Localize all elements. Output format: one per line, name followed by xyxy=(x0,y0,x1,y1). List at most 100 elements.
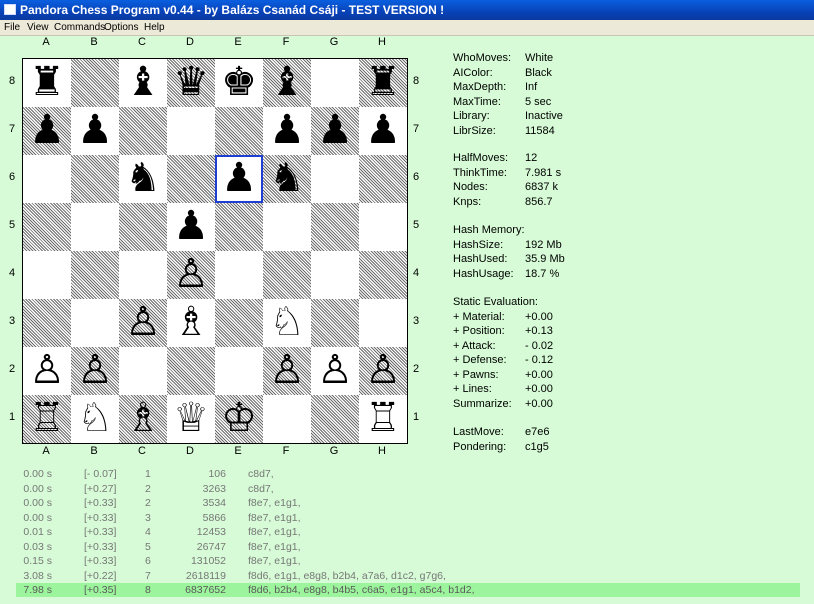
menu-commands[interactable]: Commands xyxy=(54,22,105,34)
square-b5[interactable] xyxy=(71,203,119,251)
square-c6[interactable]: ♞ xyxy=(119,155,167,203)
square-b1[interactable]: ♘ xyxy=(71,395,119,443)
info-value: +0.13 xyxy=(525,325,553,337)
square-f6[interactable]: ♞ xyxy=(263,155,311,203)
square-h7[interactable]: ♟ xyxy=(359,107,407,155)
info-value: e7e6 xyxy=(525,426,550,438)
square-g5[interactable] xyxy=(311,203,359,251)
square-a3[interactable] xyxy=(23,299,71,347)
square-h5[interactable] xyxy=(359,203,407,251)
log-time: 0.15 s xyxy=(23,555,52,567)
info-label: + Defense: xyxy=(453,354,507,366)
black-pawn-icon: ♟ xyxy=(77,107,113,153)
square-h4[interactable] xyxy=(359,251,407,299)
square-d4[interactable]: ♙ xyxy=(167,251,215,299)
square-h1[interactable]: ♖ xyxy=(359,395,407,443)
square-g6[interactable] xyxy=(311,155,359,203)
square-c3[interactable]: ♙ xyxy=(119,299,167,347)
square-f4[interactable] xyxy=(263,251,311,299)
info-label: Library: xyxy=(453,110,490,122)
file-label-d-bottom: D xyxy=(186,445,194,457)
square-b7[interactable]: ♟ xyxy=(71,107,119,155)
log-time: 0.00 s xyxy=(23,468,52,480)
log-score: [- 0.07] xyxy=(84,468,117,480)
square-e6[interactable]: ♟ xyxy=(215,155,263,203)
info-label: MaxDepth: xyxy=(453,81,507,93)
white-pawn-icon: ♙ xyxy=(77,347,113,393)
square-a5[interactable] xyxy=(23,203,71,251)
square-a6[interactable] xyxy=(23,155,71,203)
square-f7[interactable]: ♟ xyxy=(263,107,311,155)
log-pv: f8e7, e1g1, xyxy=(248,497,301,509)
square-c1[interactable]: ♗ xyxy=(119,395,167,443)
square-b6[interactable] xyxy=(71,155,119,203)
square-g8[interactable] xyxy=(311,59,359,107)
square-c8[interactable]: ♝ xyxy=(119,59,167,107)
square-d7[interactable] xyxy=(167,107,215,155)
square-c4[interactable] xyxy=(119,251,167,299)
title-bar[interactable]: Pandora Chess Program v0.44 - by Balázs … xyxy=(0,0,814,20)
info-label: MaxTime: xyxy=(453,95,501,108)
info-value: 11584 xyxy=(525,124,555,137)
square-d8[interactable]: ♛ xyxy=(167,59,215,107)
square-d5[interactable]: ♟ xyxy=(167,203,215,251)
file-label-b-bottom: B xyxy=(90,445,98,457)
square-d3[interactable]: ♗ xyxy=(167,299,215,347)
square-e8[interactable]: ♚ xyxy=(215,59,263,107)
square-g2[interactable]: ♙ xyxy=(311,347,359,395)
square-d2[interactable] xyxy=(167,347,215,395)
square-f8[interactable]: ♝ xyxy=(263,59,311,107)
white-knight-icon: ♘ xyxy=(269,299,305,345)
log-nodes: 106 xyxy=(208,468,226,480)
square-b8[interactable] xyxy=(71,59,119,107)
info-value: 5 sec xyxy=(525,95,552,108)
menu-options[interactable]: Options xyxy=(104,22,138,34)
square-e2[interactable] xyxy=(215,347,263,395)
square-b3[interactable] xyxy=(71,299,119,347)
white-pawn-icon: ♙ xyxy=(173,251,209,297)
square-g3[interactable] xyxy=(311,299,359,347)
square-e4[interactable] xyxy=(215,251,263,299)
log-score: [+0.35] xyxy=(84,584,117,596)
chess-board[interactable]: ♜ ♝ ♛ ♚ ♝ ♜ ♟ ♟ ♟ ♟ ♟ ♞ ♟ ♞ ♟ ♙ ♙ ♗ ♘ ♙ ♙ ♙ ♙ ♙ ♖ ♘ ♗ ♕ ♔ ♖ xyxy=(22,58,408,444)
log-row: 0.00 s [+0.33] 2 3534 f8e7, e1g1, xyxy=(16,496,800,510)
info-label: + Pawns: xyxy=(453,368,499,381)
square-a7[interactable]: ♟ xyxy=(23,107,71,155)
info-label: Pondering: xyxy=(453,440,507,453)
info-label: HashUsed: xyxy=(453,253,508,265)
square-h3[interactable] xyxy=(359,299,407,347)
menu-help[interactable]: Help xyxy=(144,22,165,34)
square-g7[interactable]: ♟ xyxy=(311,107,359,155)
square-f3[interactable]: ♘ xyxy=(263,299,311,347)
menu-file[interactable]: File xyxy=(4,22,20,34)
square-c2[interactable] xyxy=(119,347,167,395)
square-e1[interactable]: ♔ xyxy=(215,395,263,443)
square-a1[interactable]: ♖ xyxy=(23,395,71,443)
square-a4[interactable] xyxy=(23,251,71,299)
square-c7[interactable] xyxy=(119,107,167,155)
square-e5[interactable] xyxy=(215,203,263,251)
info-value: 856.7 xyxy=(525,195,553,208)
square-a8[interactable]: ♜ xyxy=(23,59,71,107)
square-g1[interactable] xyxy=(311,395,359,443)
square-f1[interactable] xyxy=(263,395,311,443)
menu-view[interactable]: View xyxy=(27,22,49,34)
square-e7[interactable] xyxy=(215,107,263,155)
square-g4[interactable] xyxy=(311,251,359,299)
square-b4[interactable] xyxy=(71,251,119,299)
square-d6[interactable] xyxy=(167,155,215,203)
square-c5[interactable] xyxy=(119,203,167,251)
square-h2[interactable]: ♙ xyxy=(359,347,407,395)
white-rook-icon: ♖ xyxy=(29,395,65,441)
log-nodes: 131052 xyxy=(190,555,226,567)
square-f5[interactable] xyxy=(263,203,311,251)
square-a2[interactable]: ♙ xyxy=(23,347,71,395)
square-h6[interactable] xyxy=(359,155,407,203)
square-h8[interactable]: ♜ xyxy=(359,59,407,107)
square-f2[interactable]: ♙ xyxy=(263,347,311,395)
square-e3[interactable] xyxy=(215,299,263,347)
square-b2[interactable]: ♙ xyxy=(71,347,119,395)
rank-label-2-left: 2 xyxy=(8,363,16,375)
square-d1[interactable]: ♕ xyxy=(167,395,215,443)
info-value: Inf xyxy=(525,81,538,93)
